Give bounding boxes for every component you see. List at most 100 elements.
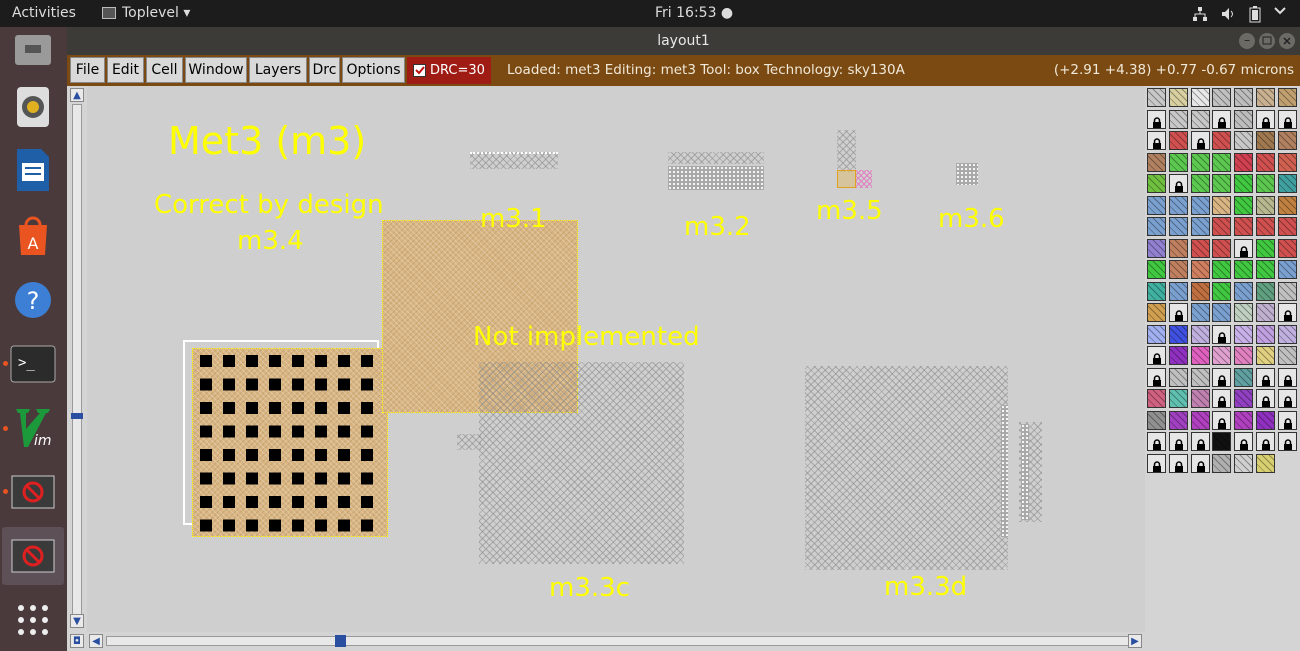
layer-swatch[interactable] bbox=[1147, 324, 1166, 344]
layer-swatch[interactable] bbox=[1256, 152, 1275, 172]
layer-swatch[interactable] bbox=[1168, 238, 1188, 258]
layer-swatch[interactable] bbox=[1190, 152, 1210, 172]
layer-swatch[interactable] bbox=[1190, 217, 1210, 236]
software-center-icon[interactable]: A bbox=[8, 210, 58, 260]
drc-checkbox[interactable] bbox=[413, 64, 426, 77]
menu-file[interactable]: File bbox=[70, 57, 105, 83]
help-icon[interactable]: ? bbox=[8, 275, 58, 325]
vertical-scroll-thumb[interactable] bbox=[71, 413, 83, 419]
horizontal-scrollbar[interactable]: ◘ ◀ ▶ bbox=[67, 632, 1145, 651]
layer-swatch[interactable] bbox=[1234, 389, 1254, 408]
layer-swatch[interactable] bbox=[1277, 152, 1297, 172]
layer-swatch[interactable] bbox=[1234, 109, 1254, 129]
m3-1-shape[interactable] bbox=[470, 152, 558, 169]
layer-swatch[interactable] bbox=[1256, 217, 1275, 236]
window-title-bar[interactable]: layout1 – bbox=[67, 27, 1300, 55]
layer-swatch[interactable] bbox=[1147, 389, 1166, 408]
layer-swatch[interactable] bbox=[1212, 174, 1232, 193]
layer-swatch[interactable] bbox=[1190, 88, 1210, 107]
layer-swatch[interactable] bbox=[1256, 410, 1275, 430]
layer-swatch[interactable] bbox=[1190, 389, 1210, 408]
scroll-up-icon[interactable]: ▲ bbox=[70, 88, 84, 102]
layer-swatch-locked[interactable] bbox=[1256, 432, 1275, 451]
horizontal-scroll-thumb[interactable] bbox=[335, 635, 346, 647]
layer-swatch[interactable] bbox=[1212, 303, 1232, 322]
layer-swatch[interactable] bbox=[1190, 324, 1210, 344]
layer-swatch-locked[interactable] bbox=[1256, 367, 1275, 387]
m3-3c-shape[interactable] bbox=[479, 362, 684, 564]
layer-swatch-locked[interactable] bbox=[1168, 174, 1188, 193]
m3-2-shape-top[interactable] bbox=[668, 152, 764, 164]
layer-swatch[interactable] bbox=[1234, 346, 1254, 365]
layer-swatch[interactable] bbox=[1277, 238, 1297, 258]
m3-3d-side-dots[interactable] bbox=[1021, 424, 1029, 520]
layer-swatch[interactable] bbox=[1277, 88, 1297, 107]
layer-swatch[interactable] bbox=[1147, 152, 1166, 172]
layer-swatch[interactable] bbox=[1277, 281, 1297, 301]
layer-swatch[interactable] bbox=[1277, 131, 1297, 150]
layer-swatch-locked[interactable] bbox=[1190, 453, 1210, 473]
clock[interactable]: Fri 16:53 ● bbox=[655, 5, 733, 21]
volume-icon[interactable] bbox=[1220, 6, 1236, 26]
met3-via-array[interactable] bbox=[192, 348, 388, 537]
layer-swatch[interactable] bbox=[1168, 389, 1188, 408]
m3-5-shape[interactable] bbox=[837, 130, 856, 172]
layer-swatch[interactable] bbox=[1212, 88, 1232, 107]
layer-swatch[interactable] bbox=[1234, 260, 1254, 279]
layer-swatch[interactable] bbox=[1147, 88, 1166, 107]
layer-swatch[interactable] bbox=[1147, 195, 1166, 215]
layer-swatch[interactable] bbox=[1190, 109, 1210, 129]
layer-swatch[interactable] bbox=[1212, 217, 1232, 236]
writer-icon[interactable] bbox=[8, 145, 58, 195]
layer-swatch-locked[interactable] bbox=[1168, 303, 1188, 322]
layer-swatch[interactable] bbox=[1277, 217, 1297, 236]
layer-swatch[interactable] bbox=[1212, 195, 1232, 215]
show-apps-icon[interactable] bbox=[8, 595, 58, 645]
layer-swatch[interactable] bbox=[1212, 152, 1232, 172]
m3-3d-shape[interactable] bbox=[805, 366, 1008, 570]
layer-swatch-locked[interactable] bbox=[1190, 131, 1210, 150]
layer-swatch-locked[interactable] bbox=[1234, 238, 1254, 258]
system-menu-icon[interactable] bbox=[1274, 4, 1286, 22]
network-icon[interactable] bbox=[1192, 6, 1208, 26]
layer-swatch[interactable] bbox=[1147, 217, 1166, 236]
layer-swatch[interactable] bbox=[1168, 324, 1188, 344]
scroll-right-icon[interactable]: ▶ bbox=[1128, 634, 1142, 648]
layer-swatch-locked[interactable] bbox=[1212, 109, 1232, 129]
layer-swatch[interactable] bbox=[1256, 238, 1275, 258]
m3-3d-dot-strip[interactable] bbox=[1001, 405, 1008, 537]
layer-swatch-locked[interactable] bbox=[1147, 346, 1166, 365]
layer-swatch[interactable] bbox=[1277, 346, 1297, 365]
layer-swatch[interactable] bbox=[1168, 367, 1188, 387]
layer-swatch[interactable] bbox=[1147, 174, 1166, 193]
menu-edit[interactable]: Edit bbox=[107, 57, 144, 83]
layer-swatch[interactable] bbox=[1256, 281, 1275, 301]
layer-swatch[interactable] bbox=[1234, 303, 1254, 322]
layer-swatch[interactable] bbox=[1256, 174, 1275, 193]
layer-swatch[interactable] bbox=[1212, 260, 1232, 279]
layer-swatch-locked[interactable] bbox=[1168, 453, 1188, 473]
speaker-icon[interactable] bbox=[8, 82, 58, 132]
vim-icon[interactable]: im bbox=[8, 403, 58, 453]
layer-swatch[interactable] bbox=[1256, 260, 1275, 279]
layer-swatch[interactable] bbox=[1190, 195, 1210, 215]
layer-swatch[interactable] bbox=[1212, 281, 1232, 301]
layer-swatch[interactable] bbox=[1190, 346, 1210, 365]
layer-swatch[interactable] bbox=[1147, 281, 1166, 301]
layer-swatch[interactable] bbox=[1147, 410, 1166, 430]
layer-swatch[interactable] bbox=[1168, 260, 1188, 279]
app-window-icon[interactable] bbox=[8, 467, 58, 517]
layer-swatch[interactable] bbox=[1277, 260, 1297, 279]
layer-swatch[interactable] bbox=[1212, 238, 1232, 258]
app-window-icon-2[interactable] bbox=[2, 527, 64, 585]
layer-swatch[interactable] bbox=[1256, 346, 1275, 365]
layer-swatch-locked[interactable] bbox=[1256, 109, 1275, 129]
layer-swatch-locked[interactable] bbox=[1147, 367, 1166, 387]
layer-swatch[interactable] bbox=[1256, 324, 1275, 344]
layer-swatch[interactable] bbox=[1256, 303, 1275, 322]
layer-swatch[interactable] bbox=[1190, 303, 1210, 322]
horizontal-scroll-track[interactable] bbox=[106, 636, 1129, 646]
layer-swatch[interactable] bbox=[1147, 303, 1166, 322]
layer-swatch[interactable] bbox=[1234, 281, 1254, 301]
layer-swatch[interactable] bbox=[1234, 367, 1254, 387]
